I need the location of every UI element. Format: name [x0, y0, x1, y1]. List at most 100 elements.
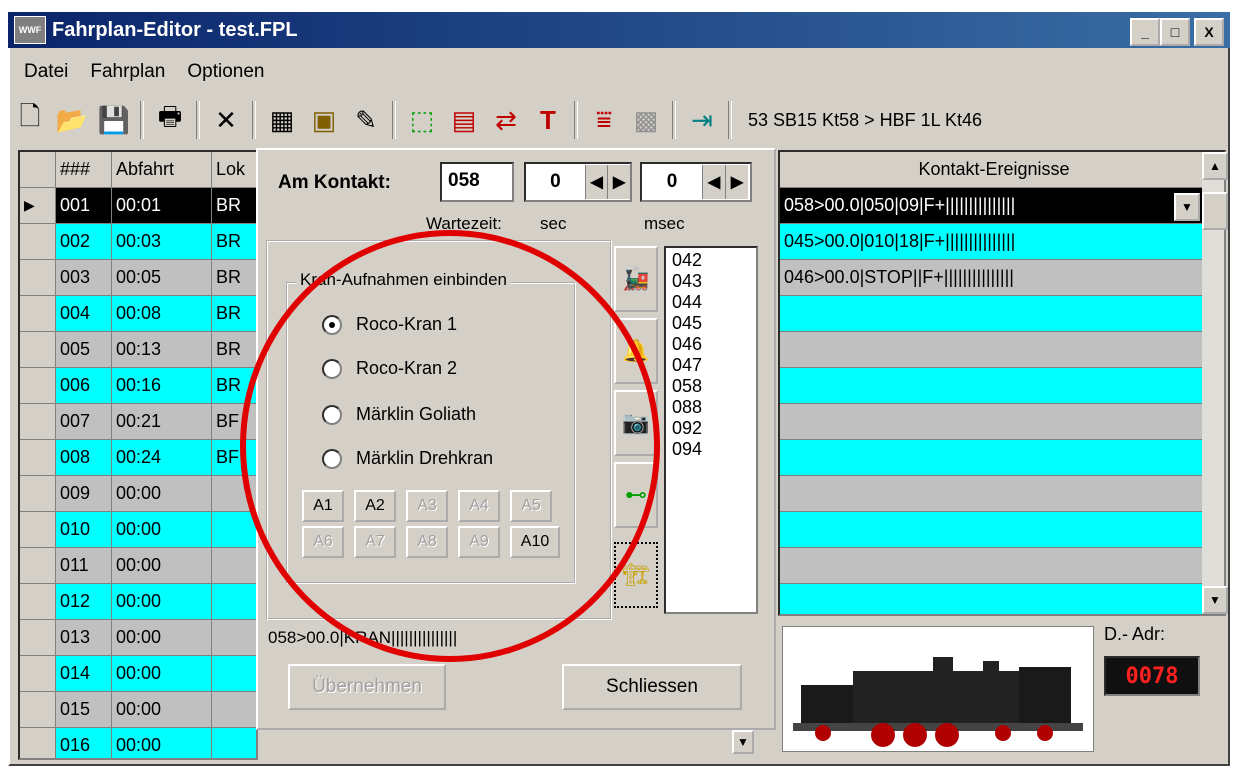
new-doc-icon[interactable]: 🗋 — [12, 101, 48, 138]
row-header[interactable] — [20, 440, 56, 475]
row-header[interactable] — [20, 620, 56, 655]
kontakt-input[interactable]: 058 — [440, 162, 514, 202]
row-header[interactable] — [20, 656, 56, 691]
cell-abfahrt[interactable]: 00:00 — [112, 584, 212, 619]
table-row[interactable]: 002 00:03 BR — [20, 224, 256, 260]
row-header[interactable] — [20, 728, 56, 758]
row-header[interactable] — [20, 404, 56, 439]
cell-lok[interactable] — [212, 548, 256, 583]
list-item[interactable]: 042 — [672, 250, 756, 271]
header-nr[interactable]: ### — [56, 152, 112, 187]
cell-nr[interactable]: 010 — [56, 512, 112, 547]
list-item[interactable]: 058 — [672, 376, 756, 397]
event-row[interactable] — [780, 368, 1204, 404]
row-header[interactable] — [20, 548, 56, 583]
row-header[interactable] — [20, 476, 56, 511]
cell-lok[interactable]: BR — [212, 332, 256, 367]
select-icon[interactable]: ⬚ — [404, 102, 440, 138]
event-row[interactable] — [780, 404, 1204, 440]
cell-nr[interactable]: 002 — [56, 224, 112, 259]
table-row[interactable]: 012 00:00 — [20, 584, 256, 620]
row-header[interactable] — [20, 224, 56, 259]
print-icon[interactable]: 🖶 — [152, 101, 188, 138]
row-header[interactable] — [20, 296, 56, 331]
contact-list[interactable]: 042 043 044 045 046 047 058 088 092 094 — [664, 246, 758, 614]
delete-icon[interactable]: ✕ — [208, 102, 244, 138]
scroll-thumb[interactable] — [1202, 192, 1228, 230]
row-header[interactable] — [20, 368, 56, 403]
cell-abfahrt[interactable]: 00:00 — [112, 692, 212, 727]
row-header[interactable] — [20, 584, 56, 619]
cell-abfahrt[interactable]: 00:24 — [112, 440, 212, 475]
events-header[interactable]: Kontakt-Ereignisse — [780, 152, 1204, 188]
event-row[interactable] — [780, 296, 1204, 332]
scroll-down-icon[interactable]: ▼ — [1202, 586, 1228, 614]
cell-nr[interactable]: 006 — [56, 368, 112, 403]
dropdown-arrow-icon[interactable]: ▼ — [1174, 193, 1200, 221]
sec-spinner[interactable]: 0 ◀ ▶ — [524, 162, 632, 202]
cell-nr[interactable]: 014 — [56, 656, 112, 691]
cell-abfahrt[interactable]: 00:00 — [112, 476, 212, 511]
header-lok[interactable]: Lok — [212, 152, 256, 187]
row-pointer-icon[interactable]: ▶ — [20, 188, 56, 223]
table-row[interactable]: 008 00:24 BF — [20, 440, 256, 476]
text-icon[interactable]: T — [530, 102, 566, 138]
cell-abfahrt[interactable]: 00:00 — [112, 728, 212, 758]
table-row[interactable]: 014 00:00 — [20, 656, 256, 692]
events-scrollbar[interactable]: ▲ ▼ — [1202, 152, 1228, 614]
event-row[interactable] — [780, 440, 1204, 476]
cell-lok[interactable] — [212, 620, 256, 655]
cell-nr[interactable]: 012 — [56, 584, 112, 619]
cell-lok[interactable]: BR — [212, 224, 256, 259]
table-row[interactable]: 016 00:00 — [20, 728, 256, 758]
cell-nr[interactable]: 004 — [56, 296, 112, 331]
row-header[interactable] — [20, 692, 56, 727]
decrement-left-icon[interactable]: ◀ — [702, 165, 725, 199]
exit-icon[interactable]: ⇥ — [684, 102, 720, 138]
msec-spinner[interactable]: 0 ◀ ▶ — [640, 162, 752, 202]
cell-lok[interactable]: BR — [212, 296, 256, 331]
save-icon[interactable]: 💾 — [96, 102, 132, 138]
minimize-button[interactable]: _ — [1130, 18, 1160, 46]
event-row[interactable] — [780, 476, 1204, 512]
pencil-icon[interactable]: ✎ — [348, 102, 384, 138]
cell-lok[interactable]: BR — [212, 188, 256, 223]
cell-abfahrt[interactable]: 00:01 — [112, 188, 212, 223]
cell-abfahrt[interactable]: 00:05 — [112, 260, 212, 295]
chart-icon[interactable]: ▤ — [446, 102, 482, 138]
list-item[interactable]: 092 — [672, 418, 756, 439]
cell-lok[interactable] — [212, 656, 256, 691]
event-row[interactable]: 045>00.0|010|18|F+||||||||||||||| — [780, 224, 1204, 260]
row-header[interactable] — [20, 332, 56, 367]
event-row[interactable]: 046>00.0|STOP||F+||||||||||||||| — [780, 260, 1204, 296]
close-dialog-button[interactable]: Schliessen — [562, 664, 742, 710]
maximize-button[interactable]: □ — [1160, 18, 1190, 46]
table-row[interactable]: 007 00:21 BF — [20, 404, 256, 440]
cell-lok[interactable] — [212, 728, 256, 758]
disk-icon[interactable]: ▩ — [628, 102, 664, 138]
list-item[interactable]: 047 — [672, 355, 756, 376]
cell-lok[interactable]: BR — [212, 260, 256, 295]
list-item[interactable]: 046 — [672, 334, 756, 355]
table-row[interactable]: 009 00:00 — [20, 476, 256, 512]
cell-abfahrt[interactable]: 00:16 — [112, 368, 212, 403]
cell-nr[interactable]: 003 — [56, 260, 112, 295]
cell-abfahrt[interactable]: 00:03 — [112, 224, 212, 259]
scroll-up-icon[interactable]: ▲ — [1202, 152, 1228, 180]
cell-abfahrt[interactable]: 00:00 — [112, 620, 212, 655]
cell-abfahrt[interactable]: 00:00 — [112, 548, 212, 583]
table-row[interactable]: 011 00:00 — [20, 548, 256, 584]
cell-lok[interactable] — [212, 692, 256, 727]
cell-nr[interactable]: 016 — [56, 728, 112, 758]
list-item[interactable]: 094 — [672, 439, 756, 460]
open-folder-icon[interactable]: 📂 — [54, 102, 90, 138]
apply-button[interactable]: Übernehmen — [288, 664, 446, 710]
menu-optionen[interactable]: Optionen — [187, 61, 264, 83]
events-grid[interactable]: Kontakt-Ereignisse 058>00.0|050|09|F+|||… — [778, 150, 1226, 616]
cell-abfahrt[interactable]: 00:00 — [112, 512, 212, 547]
menu-datei[interactable]: Datei — [24, 61, 68, 83]
table-row[interactable]: 013 00:00 — [20, 620, 256, 656]
cell-nr[interactable]: 007 — [56, 404, 112, 439]
cell-nr[interactable]: 013 — [56, 620, 112, 655]
header-abfahrt[interactable]: Abfahrt — [112, 152, 212, 187]
